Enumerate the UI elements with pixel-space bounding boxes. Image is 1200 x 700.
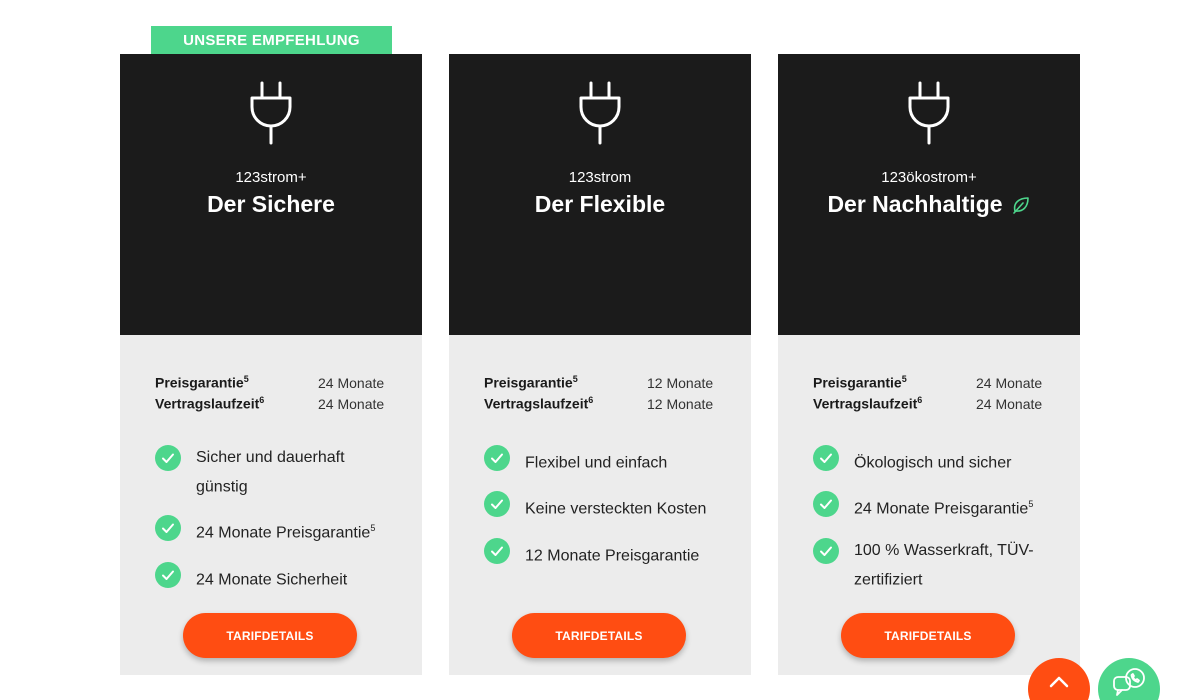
- plug-icon: [579, 81, 621, 145]
- check-circle-icon: [155, 561, 181, 588]
- tariff-card-header: 123ökostrom+ Der Nachhaltige: [778, 54, 1080, 335]
- leaf-icon: [1012, 196, 1029, 214]
- product-name: 123ökostrom+: [881, 169, 977, 186]
- tariff-details-button[interactable]: TARIFDETAILS: [841, 613, 1015, 658]
- list-item: Keine versteckten Kosten: [484, 491, 721, 521]
- tariff-card-nachhaltige: 123ökostrom+ Der Nachhaltige Preisgarant…: [778, 54, 1080, 675]
- feature-list: Ökologisch und sicher 24 Monate Preisgar…: [813, 445, 1050, 609]
- list-item: Flexibel und einfach: [484, 445, 721, 475]
- term-row-contract-duration: Vertragslaufzeit6 12 Monate: [484, 395, 714, 412]
- list-item: 100 % Wasserkraft, TÜV-zertifiziert: [813, 537, 1050, 592]
- list-item: 24 Monate Sicherheit: [155, 561, 392, 592]
- chevron-up-icon: [1049, 676, 1069, 688]
- list-item: 12 Monate Preisgarantie: [484, 537, 721, 568]
- plug-icon: [908, 81, 950, 145]
- tariff-title: Der Flexible: [534, 191, 666, 217]
- product-name: 123strom+: [235, 169, 307, 186]
- tariff-details-button[interactable]: TARIFDETAILS: [512, 613, 686, 658]
- tariff-title: Der Sichere: [207, 191, 335, 217]
- contract-terms: Preisgarantie5 24 Monate Vertragslaufzei…: [813, 372, 1045, 414]
- tariff-card-flexible: 123strom Der Flexible Preisgarantie5 12 …: [449, 54, 751, 675]
- check-circle-icon: [813, 445, 839, 471]
- tariff-card-header: 123strom Der Flexible: [449, 54, 751, 335]
- check-circle-icon: [813, 537, 839, 564]
- check-circle-icon: [155, 445, 181, 471]
- plug-icon: [250, 81, 292, 145]
- check-circle-icon: [484, 491, 510, 518]
- contact-button[interactable]: [1098, 658, 1160, 700]
- term-row-contract-duration: Vertragslaufzeit6 24 Monate: [155, 395, 385, 412]
- product-name: 123strom: [568, 169, 632, 186]
- list-item: 24 Monate Preisgarantie5: [813, 491, 1050, 521]
- contract-terms: Preisgarantie5 24 Monate Vertragslaufzei…: [155, 372, 387, 414]
- term-row-price-guarantee: Preisgarantie5 24 Monate: [813, 374, 1043, 391]
- term-row-contract-duration: Vertragslaufzeit6 24 Monate: [813, 395, 1043, 412]
- recommendation-badge: UNSERE EMPFEHLUNG: [151, 26, 392, 54]
- tariff-title: Der Nachhaltige: [778, 191, 1080, 218]
- feature-list: Flexibel und einfach Keine versteckten K…: [484, 445, 721, 585]
- tariff-card-sichere: 123strom+ Der Sichere Preisgarantie5 24 …: [120, 54, 422, 675]
- check-circle-icon: [484, 537, 510, 564]
- feature-list: Sicher und dauerhaft günstig 24 Monate P…: [155, 445, 392, 609]
- contract-terms: Preisgarantie5 12 Monate Vertragslaufzei…: [484, 372, 716, 414]
- list-item: Ökologisch und sicher: [813, 445, 1050, 475]
- list-item: Sicher und dauerhaft günstig: [155, 445, 392, 499]
- term-row-price-guarantee: Preisgarantie5 24 Monate: [155, 374, 385, 391]
- check-circle-icon: [155, 515, 181, 542]
- check-circle-icon: [813, 491, 839, 518]
- check-circle-icon: [484, 445, 510, 471]
- term-row-price-guarantee: Preisgarantie5 12 Monate: [484, 374, 714, 391]
- tariff-card-header: 123strom+ Der Sichere: [120, 54, 422, 335]
- chat-phone-icon: [1113, 668, 1145, 696]
- list-item: 24 Monate Preisgarantie5: [155, 515, 392, 545]
- tariff-details-button[interactable]: TARIFDETAILS: [183, 613, 357, 658]
